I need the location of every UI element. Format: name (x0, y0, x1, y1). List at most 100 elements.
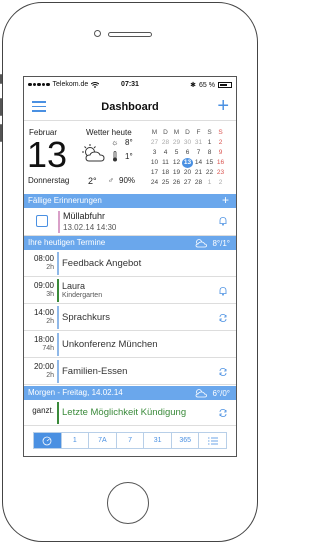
tab-week[interactable]: 7 (117, 433, 145, 448)
appointment-row[interactable]: 08:00 2h Feedback Angebot (24, 250, 236, 277)
appointment-color-marker (57, 402, 59, 424)
section-tomorrow: Morgen - Freitag, 14.02.14 6°/0° (24, 386, 236, 400)
appointment-time: 09:00 (33, 281, 54, 290)
appointment-row[interactable]: 14:00 2h Sprachkurs (24, 304, 236, 331)
calendar-day[interactable]: 16 (215, 158, 226, 168)
calendar-day[interactable]: 25 (160, 178, 171, 188)
calendar-day[interactable]: 1 (204, 178, 215, 188)
calendar-day[interactable]: 1 (204, 138, 215, 148)
reminder-item[interactable]: Müllabfuhr 13.02.14 14:30 (24, 208, 236, 236)
tab-month[interactable]: 31 (144, 433, 172, 448)
appointment-subtitle: Kindergarten (62, 292, 103, 299)
appointment-color-marker (57, 252, 59, 275)
calendar-day[interactable]: 5 (171, 148, 182, 158)
appointment-row[interactable]: 18:00 74h Unkonferenz München (24, 331, 236, 358)
min-temp: 1° (125, 152, 133, 161)
list-icon (207, 437, 218, 445)
tomorrow-appointment[interactable]: ganzt. Letzte Möglichkeit Kündigung (24, 400, 236, 426)
calendar-day[interactable]: 31 (193, 138, 204, 148)
tab-day[interactable]: 1 (62, 433, 90, 448)
appointment-duration: 2h (46, 372, 54, 379)
calendar-day[interactable]: 26 (171, 178, 182, 188)
calendar-day[interactable]: 4 (160, 148, 171, 158)
calendar-day[interactable]: 29 (171, 138, 182, 148)
calendar-day[interactable]: 28 (193, 178, 204, 188)
add-reminder-button[interactable]: + (222, 193, 229, 207)
calendar-day[interactable]: 28 (160, 138, 171, 148)
volume-down-button (0, 124, 2, 142)
calendar-day[interactable]: 18 (160, 168, 171, 178)
reminder-color-marker (58, 211, 60, 233)
day-number: 13 (27, 134, 68, 175)
app-screen: Telekom.de 07:31 ✱ 65 % Dashboard + Febr… (23, 76, 237, 457)
appointment-title: Familien-Essen (62, 366, 128, 377)
calendar-day[interactable]: 15 (204, 158, 215, 168)
tab-year[interactable]: 365 (172, 433, 200, 448)
appointment-row[interactable]: 09:00 3h Laura Kindergarten (24, 277, 236, 304)
calendar-weekday: F (196, 129, 201, 136)
appointment-time: 18:00 (33, 335, 54, 344)
bell-icon (219, 217, 227, 226)
calendar-day[interactable]: 21 (193, 168, 204, 178)
calendar-day[interactable]: 9 (215, 148, 226, 158)
mini-calendar[interactable]: M D M D F S S 27 28 29 30 31 1 2 3 4 5 6 7 8 9 10 11 12 13 14 15 16… (149, 128, 226, 188)
appointment-title: Feedback Angebot (62, 258, 142, 269)
battery-label: 65 % (199, 81, 215, 89)
weather-label: Wetter heute (86, 128, 132, 137)
appointment-time: 08:00 (33, 254, 54, 263)
calendar-day[interactable]: 20 (182, 168, 193, 178)
calendar-day[interactable]: 3 (149, 148, 160, 158)
tab-list[interactable] (199, 433, 226, 448)
battery-icon (218, 82, 232, 88)
calendar-day[interactable]: 30 (182, 138, 193, 148)
calendar-day[interactable]: 14 (193, 158, 204, 168)
appointment-title: Sprachkurs (62, 312, 111, 323)
partly-cloudy-icon (196, 239, 208, 248)
bell-icon (219, 287, 227, 296)
rain-chance: 90% (119, 176, 136, 185)
reminder-checkbox[interactable] (36, 215, 48, 227)
calendar-day[interactable]: 13 (182, 158, 193, 168)
appointment-duration: 3h (46, 291, 54, 298)
section-reminders: Fällige Erinnerungen + (24, 193, 236, 208)
calendar-day[interactable]: 7 (193, 148, 204, 158)
view-toolbar: 1 7A 7 31 365 (33, 432, 227, 449)
tab-dashboard[interactable] (34, 433, 62, 448)
calendar-day[interactable]: 8 (204, 148, 215, 158)
rain-icon: ♂ (108, 176, 114, 185)
calendar-day[interactable]: 22 (204, 168, 215, 178)
calendar-day[interactable]: 11 (160, 158, 171, 168)
calendar-day[interactable]: 12 (171, 158, 182, 168)
calendar-weekday: D (185, 129, 190, 136)
calendar-day[interactable]: 10 (149, 158, 160, 168)
calendar-day[interactable]: 27 (182, 178, 193, 188)
repeat-icon (219, 314, 227, 322)
calendar-weekday: S (207, 129, 212, 136)
reminder-date: 13.02.14 14:30 (63, 223, 117, 232)
calendar-day[interactable]: 23 (215, 168, 226, 178)
appointment-color-marker (57, 360, 59, 383)
calendar-day[interactable]: 2 (215, 178, 226, 188)
section-today-label: Ihre heutigen Termine (28, 238, 106, 247)
tab-week-agenda[interactable]: 7A (89, 433, 117, 448)
appointment-color-marker (57, 333, 59, 356)
calendar-weekday: M (173, 129, 180, 136)
appointment-duration: 74h (42, 345, 54, 352)
appointment-row[interactable]: 20:00 2h Familien-Essen (24, 358, 236, 385)
add-button[interactable]: + (217, 96, 229, 116)
appointment-duration: 2h (46, 318, 54, 325)
weekday-label: Donnerstag (28, 176, 70, 185)
calendar-day[interactable]: 17 (149, 168, 160, 178)
today-header: Februar 13 Donnerstag Wetter heute ☼ 8° … (24, 122, 236, 194)
mute-switch (0, 74, 2, 84)
calendar-day[interactable]: 27 (149, 138, 160, 148)
calendar-day[interactable]: 24 (149, 178, 160, 188)
home-button[interactable] (107, 482, 149, 524)
partly-cloudy-icon (196, 389, 208, 398)
calendar-day[interactable]: 19 (171, 168, 182, 178)
page-title: Dashboard (101, 101, 159, 113)
calendar-day[interactable]: 6 (182, 148, 193, 158)
appointment-duration: 2h (46, 264, 54, 271)
calendar-day[interactable]: 2 (215, 138, 226, 148)
speaker-grille (108, 32, 152, 37)
